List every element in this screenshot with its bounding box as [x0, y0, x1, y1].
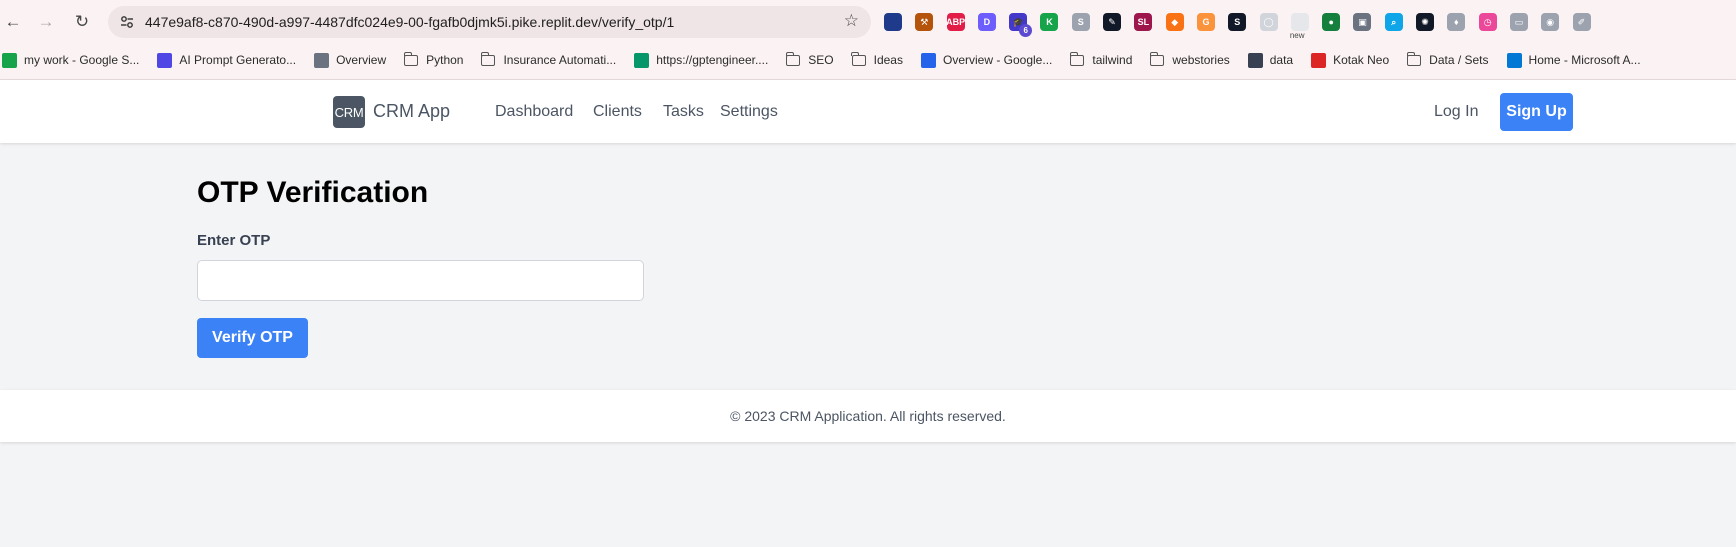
bookmark-label: Data / Sets — [1429, 53, 1489, 67]
bookmark-label: my work - Google S... — [24, 53, 140, 67]
folder-icon — [403, 51, 419, 66]
bookmark-star-icon[interactable]: ☆ — [844, 11, 859, 31]
bookmark-label: tailwind — [1092, 53, 1133, 67]
bookmark-label: Insurance Automati... — [503, 53, 617, 67]
bookmarks-bar: my work - Google S... AI Prompt Generato.… — [0, 48, 1736, 72]
folder-icon — [851, 51, 866, 66]
d-extension-icon[interactable]: D — [977, 13, 996, 31]
new-extension-icon[interactable]: new — [1290, 13, 1309, 40]
orange-extension-icon[interactable]: ◆ — [1165, 13, 1184, 31]
nav-settings[interactable]: Settings — [720, 103, 778, 121]
forward-arrow-icon: → — [37, 12, 55, 31]
crm-logo[interactable]: CRM — [333, 96, 365, 128]
nav-tasks[interactable]: Tasks — [663, 103, 704, 121]
page-title: OTP Verification — [197, 176, 429, 209]
globe-icon — [1247, 52, 1263, 68]
verify-otp-button[interactable]: Verify OTP — [197, 318, 308, 358]
reload-icon: ↻ — [74, 12, 90, 31]
cast-extension-icon[interactable]: ▭ — [1509, 13, 1528, 31]
bookmark-python[interactable]: Python — [403, 51, 464, 67]
otp-label: Enter OTP — [197, 232, 271, 249]
bookmark-label: webstories — [1172, 53, 1230, 67]
extensions-strip: ⚒ ABP D 🎓 6 K S ✎ SL ◆ G S ◯ new ● ▣ ⌕ ✺ ♦ ◷ ▭ ◉ ✐ — [884, 10, 1604, 40]
gear-icon — [314, 52, 330, 68]
adblock-extension-icon[interactable]: ABP — [946, 13, 965, 31]
nav-dashboard[interactable]: Dashboard — [495, 103, 573, 121]
bookmark-label: Home - Microsoft A... — [1528, 53, 1641, 67]
back-arrow-icon: ← — [4, 12, 22, 31]
bookmark-data-sets[interactable]: Data / Sets — [1406, 51, 1489, 67]
app-name[interactable]: CRM App — [373, 101, 450, 122]
bookmark-label: AI Prompt Generato... — [179, 53, 297, 67]
screen-extension-icon[interactable]: ▣ — [1353, 13, 1372, 31]
bookmark-label: https://gptengineer.... — [656, 53, 769, 67]
forward-button[interactable]: → — [33, 9, 59, 35]
pin-extension-icon[interactable]: ♦ — [1447, 13, 1466, 31]
bookmark-seo[interactable]: SEO — [785, 51, 834, 67]
clock-extension-icon[interactable]: ◷ — [1478, 13, 1497, 31]
g-extension-icon[interactable]: G — [1196, 13, 1215, 31]
browser-toolbar: ← → ↻ 447e9af8-c870-490d-a997-4487dfc024… — [0, 0, 1736, 44]
bookmark-label: Python — [426, 53, 464, 67]
gpt-icon — [634, 52, 650, 68]
bookmark-label: data — [1269, 53, 1294, 67]
grey-s-extension-icon[interactable]: S — [1071, 13, 1090, 31]
bookmark-data[interactable]: data — [1247, 52, 1294, 68]
bookmark-insurance[interactable]: Insurance Automati... — [480, 51, 617, 67]
chatgpt-extension-icon[interactable]: ✺ — [1416, 13, 1435, 31]
graduation-extension-icon[interactable]: 🎓 6 — [1009, 13, 1033, 37]
url-text[interactable]: 447e9af8-c870-490d-a997-4487dfc024e9-00-… — [145, 14, 674, 30]
extension-new-label: new — [1289, 31, 1305, 40]
s-box-extension-icon[interactable]: S — [1228, 13, 1247, 31]
bookmark-label: Overview - Google... — [942, 53, 1053, 67]
mouse-extension-icon[interactable]: ◯ — [1259, 13, 1278, 31]
hammer-extension-icon[interactable]: ⚒ — [915, 13, 934, 31]
reload-button[interactable]: ↻ — [69, 9, 95, 35]
bookmark-overview-google[interactable]: Overview - Google... — [920, 52, 1053, 68]
signup-button[interactable]: Sign Up — [1500, 93, 1573, 131]
bookmark-tailwind[interactable]: tailwind — [1069, 51, 1133, 67]
sl-extension-icon[interactable]: SL — [1134, 13, 1153, 31]
eyedropper-extension-icon[interactable]: ✎ — [1103, 13, 1122, 31]
folder-icon — [480, 51, 496, 66]
bookmark-label: Overview — [336, 53, 387, 67]
camera-extension-icon[interactable]: ◉ — [1541, 13, 1560, 31]
bookmark-kotak-neo[interactable]: Kotak Neo — [1311, 52, 1390, 68]
bookmark-ai-prompt[interactable]: AI Prompt Generato... — [157, 52, 297, 68]
folder-icon — [1069, 51, 1085, 66]
folder-icon — [785, 51, 801, 66]
neo-icon — [1311, 52, 1327, 68]
globe-extension-icon[interactable]: ● — [1322, 13, 1341, 31]
nav-clients[interactable]: Clients — [593, 103, 642, 121]
bookmark-overview[interactable]: Overview — [314, 52, 387, 68]
bookmark-home-microsoft[interactable]: Home - Microsoft A... — [1506, 52, 1641, 68]
ai-icon — [157, 52, 173, 68]
bookmark-label: Kotak Neo — [1333, 53, 1390, 67]
back-button[interactable]: ← — [0, 9, 26, 35]
footer-text: © 2023 CRM Application. All rights reser… — [730, 408, 1006, 424]
pen-extension-icon[interactable]: ✐ — [1572, 13, 1591, 31]
google-ads-icon — [920, 52, 936, 68]
bookmark-webstories[interactable]: webstories — [1149, 51, 1230, 67]
bookmark-label: SEO — [808, 53, 834, 67]
k-extension-icon[interactable]: K — [1040, 13, 1059, 31]
address-bar[interactable]: 447e9af8-c870-490d-a997-4487dfc024e9-00-… — [108, 6, 871, 38]
bookmark-ideas[interactable]: Ideas — [851, 51, 903, 67]
azure-icon — [1506, 52, 1522, 68]
site-settings-icon[interactable] — [119, 14, 135, 30]
app-header: CRM CRM App Dashboard Clients Tasks Sett… — [0, 80, 1736, 143]
login-link[interactable]: Log In — [1434, 103, 1478, 121]
footer: © 2023 CRM Application. All rights reser… — [0, 390, 1736, 442]
sheets-icon — [2, 52, 17, 68]
browser-chrome: ← → ↻ 447e9af8-c870-490d-a997-4487dfc024… — [0, 0, 1736, 80]
search-extension-icon[interactable]: ⌕ — [1384, 13, 1403, 31]
bookmark-gptengineer[interactable]: https://gptengineer.... — [634, 52, 769, 68]
bookmark-label: Ideas — [873, 53, 903, 67]
bookmark-my-work[interactable]: my work - Google S... — [2, 52, 140, 68]
otp-input[interactable] — [197, 260, 644, 301]
folder-icon — [1149, 51, 1165, 66]
half-moon-extension-icon[interactable] — [884, 13, 902, 31]
extension-badge: 6 — [1019, 24, 1033, 37]
folder-icon — [1406, 51, 1422, 66]
